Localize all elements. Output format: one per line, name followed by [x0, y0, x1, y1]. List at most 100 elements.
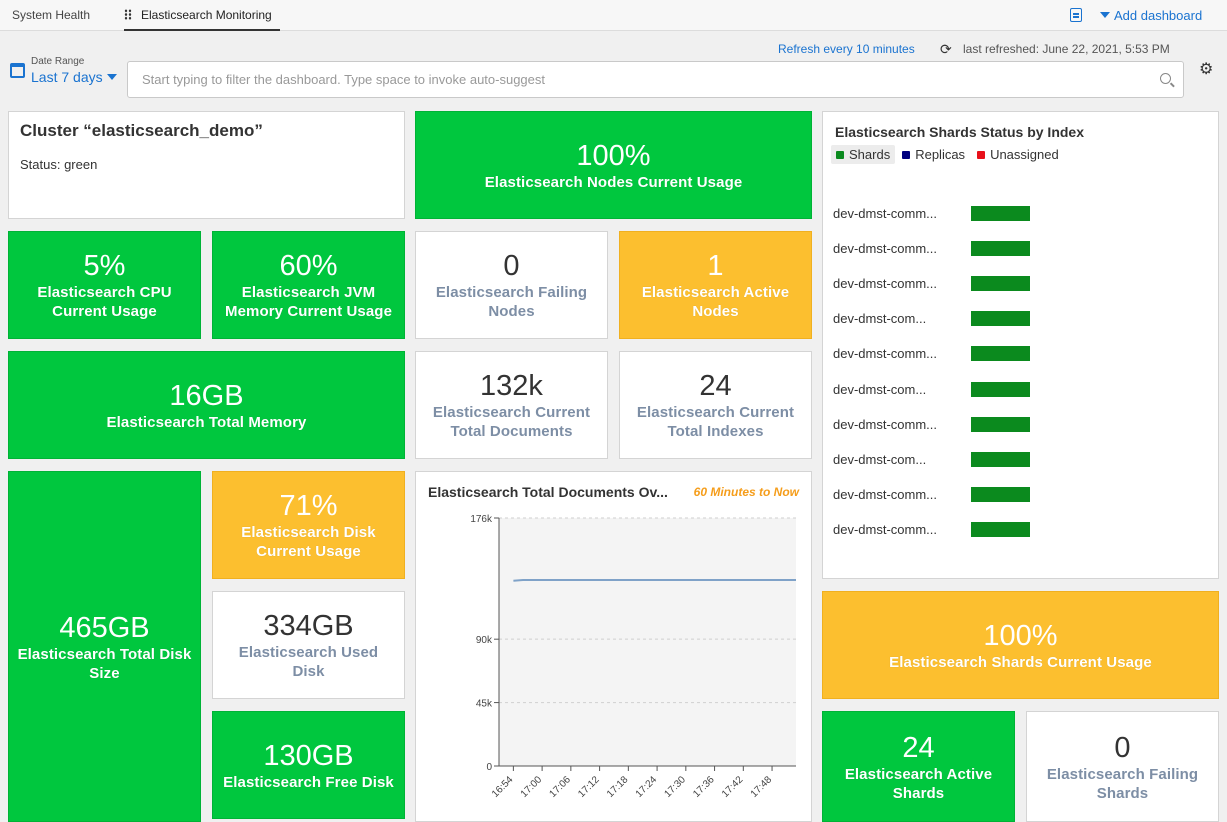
shard-bar[interactable]	[971, 381, 1030, 397]
legend-label: Replicas	[915, 147, 966, 162]
shard-bar[interactable]	[971, 240, 1030, 256]
shard-index-name: dev-dmst-comm...	[833, 346, 938, 362]
shard-bar[interactable]	[971, 205, 1030, 221]
tile-failing-nodes[interactable]: 0 Elasticsearch Failing Nodes	[415, 231, 608, 339]
shard-index-name: dev-dmst-comm...	[833, 487, 938, 503]
shard-index-row[interactable]: dev-dmst-com...	[833, 379, 1030, 399]
date-range-value: Last 7 days	[31, 69, 103, 85]
shards-chart-title: Elasticsearch Shards Status by Index	[835, 124, 1084, 140]
tile-jvm-memory-usage[interactable]: 60% Elasticsearch JVM Memory Current Usa…	[212, 231, 405, 339]
caret-down-icon	[1100, 12, 1110, 18]
tile-failing-shards[interactable]: 0 Elasticsearch Failing Shards	[1026, 711, 1219, 822]
shard-index-row[interactable]: dev-dmst-comm...	[833, 273, 1030, 293]
tile-active-shards[interactable]: 24 Elasticsearch Active Shards	[822, 711, 1015, 822]
gear-icon[interactable]: ⚙	[1199, 61, 1213, 79]
shard-bar[interactable]	[971, 522, 1030, 538]
tile-value: 71%	[279, 490, 338, 522]
x-tick-label: 17:30	[662, 774, 688, 800]
tile-label: Elasticsearch JVM Memory Current Usage	[224, 284, 393, 320]
tile-label: Elasticsearch CPU Current Usage	[37, 284, 172, 320]
shard-bar[interactable]	[971, 311, 1030, 327]
legend-swatch	[902, 150, 911, 159]
filter-search-bar[interactable]	[127, 61, 1184, 98]
x-tick-label: 17:12	[576, 774, 602, 800]
tile-total-disk-size[interactable]: 465GB Elasticsearch Total Disk Size	[8, 471, 201, 822]
legend-label: Unassigned	[990, 147, 1059, 162]
shard-bar[interactable]	[971, 346, 1030, 362]
shard-bar[interactable]	[971, 451, 1030, 467]
shard-bar[interactable]	[971, 416, 1030, 432]
tile-value: 334GB	[263, 610, 354, 642]
y-tick-label: 45k	[476, 699, 493, 710]
x-tick-label: 17:36	[691, 774, 717, 800]
refresh-interval-link[interactable]: Refresh every 10 minutes	[778, 42, 915, 56]
shard-index-name: dev-dmst-com...	[833, 311, 927, 327]
chart-time-range[interactable]: 60 Minutes to Now	[694, 485, 799, 499]
tile-value: 100%	[576, 139, 651, 172]
shard-index-row[interactable]: dev-dmst-comm...	[833, 344, 1030, 364]
legend-swatch	[977, 150, 986, 159]
add-dashboard-button[interactable]: Add dashboard	[1100, 0, 1202, 31]
refresh-icon[interactable]: ⟳	[940, 42, 952, 56]
legend-item-shards[interactable]: Shards	[831, 145, 896, 164]
tile-total-documents[interactable]: 132k Elasticsearch Current Total Documen…	[415, 351, 608, 459]
tile-shards-current-usage[interactable]: 100% Elasticsearch Shards Current Usage	[822, 591, 1219, 699]
tile-label: Elasticsearch Total Memory	[106, 413, 307, 431]
tile-used-disk[interactable]: 334GB Elasticsearch Used Disk	[212, 591, 405, 699]
tab-label: Elasticsearch Monitoring	[141, 8, 272, 22]
tile-nodes-current-usage[interactable]: 100% Elasticsearch Nodes Current Usage	[415, 111, 812, 219]
shard-index-row[interactable]: dev-dmst-comm...	[833, 414, 1030, 434]
shard-index-name: dev-dmst-comm...	[833, 240, 938, 256]
drag-grip-icon[interactable]	[124, 9, 132, 20]
shard-index-row[interactable]: dev-dmst-comm...	[833, 203, 1030, 223]
shard-index-row[interactable]: dev-dmst-comm...	[833, 238, 1030, 258]
shard-bar[interactable]	[971, 275, 1030, 291]
y-tick-label: 176k	[470, 514, 493, 525]
tile-label: Elasticsearch Total Disk Size	[17, 645, 192, 682]
x-tick-label: 17:24	[634, 774, 660, 800]
shard-bar[interactable]	[971, 487, 1030, 503]
tab-system-health[interactable]: System Health	[12, 0, 90, 31]
shard-index-row[interactable]: dev-dmst-comm...	[833, 520, 1030, 540]
shard-index-name: dev-dmst-comm...	[833, 522, 938, 538]
tile-value: 465GB	[59, 611, 150, 644]
shard-index-row[interactable]: dev-dmst-com...	[833, 449, 1030, 469]
tile-label: Elasticsearch Shards Current Usage	[889, 653, 1152, 671]
tile-value: 132k	[480, 370, 543, 402]
x-tick-label: 17:42	[720, 774, 746, 800]
chart-title: Elasticsearch Total Documents Ov...	[428, 484, 668, 500]
top-bar: System Health Elasticsearch Monitoring A…	[0, 0, 1227, 31]
filter-search-input[interactable]	[128, 62, 1128, 97]
tile-value: 60%	[279, 250, 338, 282]
tile-value: 0	[1114, 731, 1131, 764]
tile-label: Elasticsearch Disk Current Usage	[241, 524, 376, 560]
date-range-select[interactable]: Last 7 days	[31, 69, 121, 85]
calendar-icon[interactable]	[10, 63, 25, 78]
tile-value: 0	[503, 250, 520, 282]
tile-disk-current-usage[interactable]: 71% Elasticsearch Disk Current Usage	[212, 471, 405, 579]
notes-icon[interactable]	[1070, 8, 1082, 22]
legend-label: Shards	[849, 147, 891, 162]
tab-elasticsearch-monitoring[interactable]: Elasticsearch Monitoring	[124, 0, 280, 31]
cluster-status: Status: green	[20, 157, 98, 172]
tile-value: 100%	[983, 619, 1058, 652]
shard-index-row[interactable]: dev-dmst-comm...	[833, 485, 1030, 505]
legend-swatch	[836, 150, 844, 159]
tile-total-indexes[interactable]: 24 Elasticsearch Current Total Indexes	[619, 351, 812, 459]
tile-total-memory[interactable]: 16GB Elasticsearch Total Memory	[8, 351, 405, 459]
last-refreshed-text: last refreshed: June 22, 2021, 5:53 PM	[963, 42, 1170, 56]
tile-cpu-current-usage[interactable]: 5% Elasticsearch CPU Current Usage	[8, 231, 201, 339]
search-icon[interactable]	[1160, 73, 1171, 84]
tile-free-disk[interactable]: 130GB Elasticsearch Free Disk	[212, 711, 405, 819]
cluster-panel: Cluster “elasticsearch_demo” Status: gre…	[8, 111, 405, 219]
tile-active-nodes[interactable]: 1 Elasticsearch Active Nodes	[619, 231, 812, 339]
legend-item-replicas[interactable]: Replicas	[897, 145, 970, 164]
shard-index-name: dev-dmst-comm...	[833, 275, 938, 291]
tile-value: 24	[699, 370, 732, 402]
tile-value: 24	[902, 731, 935, 764]
tile-label: Elasticsearch Active Shards	[844, 765, 993, 802]
legend-item-unassigned[interactable]: Unassigned	[972, 145, 1064, 164]
shard-index-row[interactable]: dev-dmst-com...	[833, 309, 1030, 329]
tile-label: Elasticsearch Free Disk	[223, 773, 394, 791]
cluster-title: Cluster “elasticsearch_demo”	[20, 121, 263, 140]
